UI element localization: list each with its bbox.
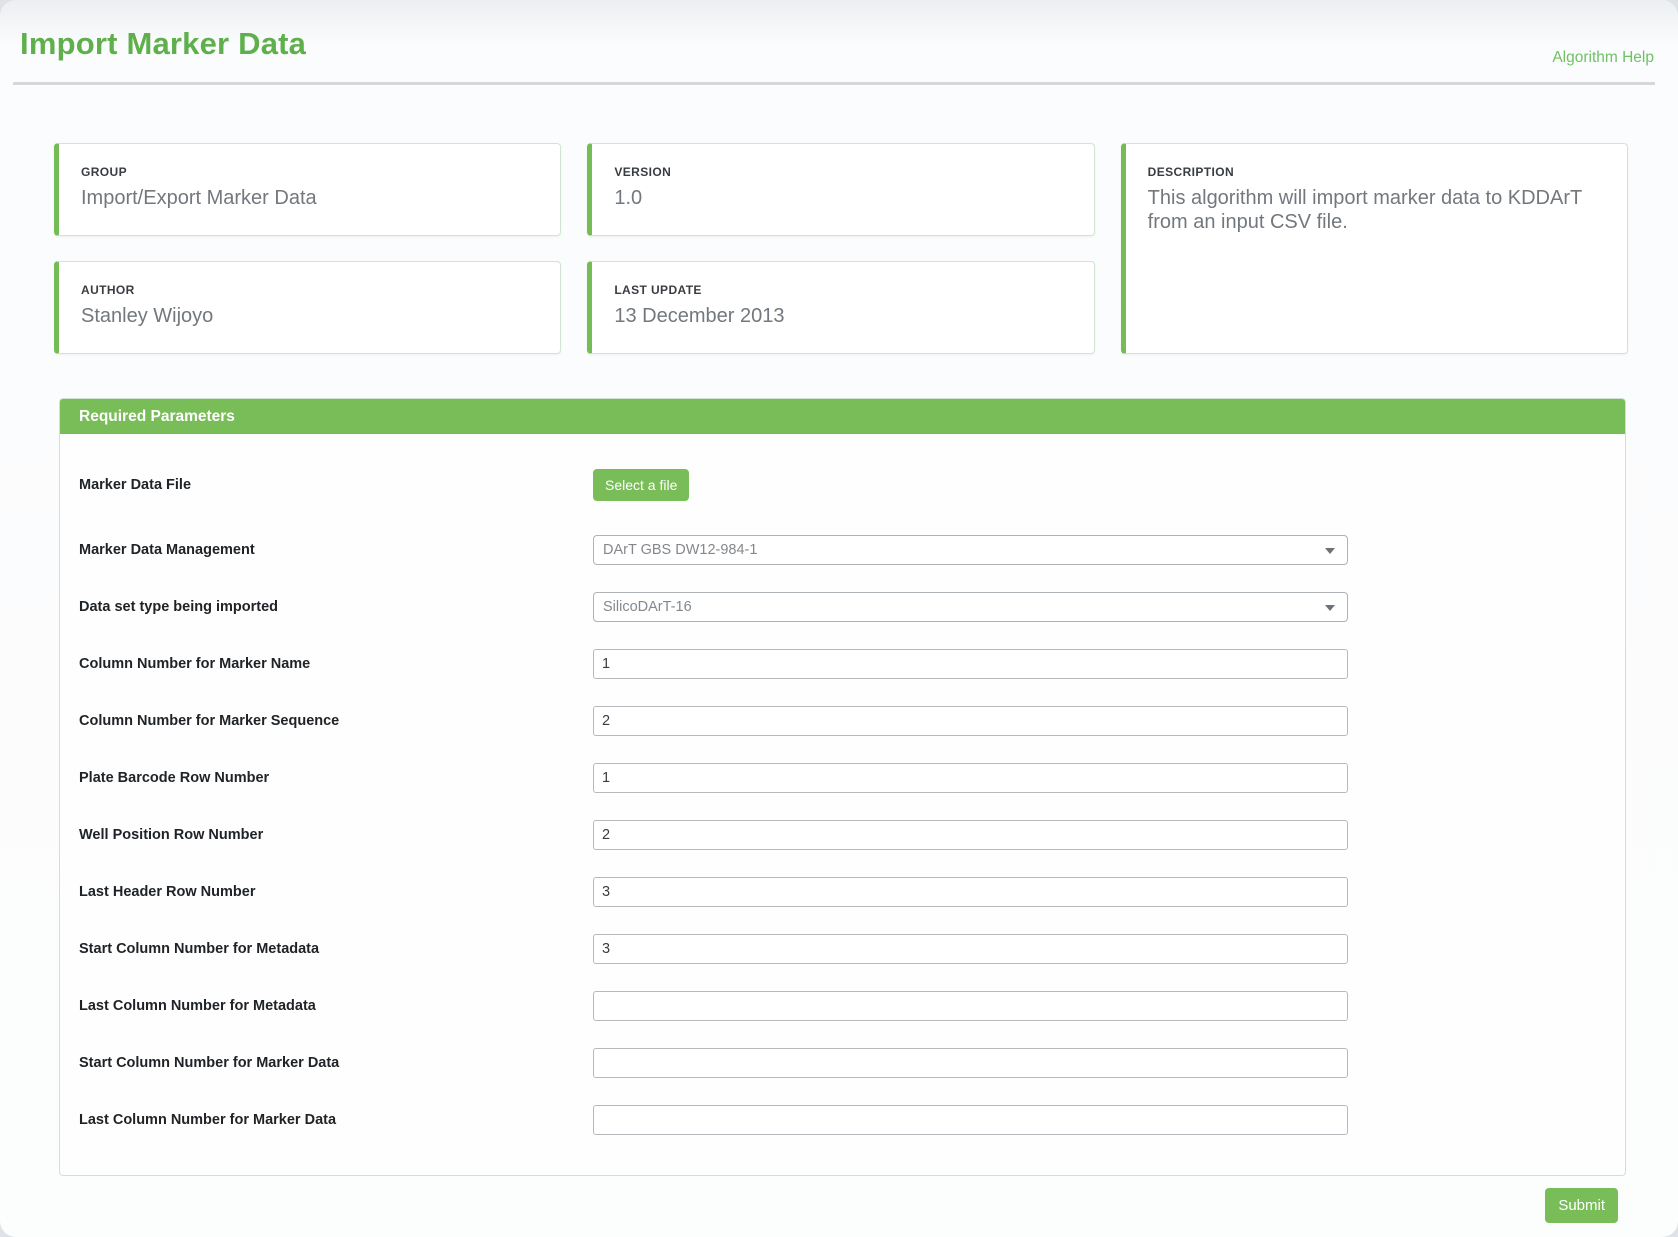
header-divider <box>13 82 1655 85</box>
description-card: DESCRIPTION This algorithm will import m… <box>1121 143 1628 354</box>
form-row-well-position-row: Well Position Row Number <box>79 820 1625 850</box>
field-label: Last Column Number for Marker Data <box>79 1112 593 1128</box>
parameters-form: Marker Data File Select a file Marker Da… <box>60 434 1625 1135</box>
field-label: Column Number for Marker Name <box>79 656 593 672</box>
form-row-dataset-type: Data set type being imported SilicoDArT-… <box>79 592 1625 622</box>
author-card-value: Stanley Wijoyo <box>81 304 536 328</box>
version-card: VERSION 1.0 <box>587 143 1094 236</box>
chevron-down-icon <box>1325 548 1335 554</box>
start-metadata-column-input[interactable] <box>593 934 1348 964</box>
description-card-label: DESCRIPTION <box>1148 165 1603 179</box>
app-window: Import Marker Data Algorithm Help GROUP … <box>0 0 1678 1237</box>
last-marker-data-column-input[interactable] <box>593 1105 1348 1135</box>
submit-button[interactable]: Submit <box>1545 1188 1618 1223</box>
last-header-row-input[interactable] <box>593 877 1348 907</box>
marker-data-management-select[interactable]: DArT GBS DW12-984-1 <box>593 535 1348 565</box>
author-card-label: AUTHOR <box>81 283 536 297</box>
field-label: Last Header Row Number <box>79 884 593 900</box>
version-card-label: VERSION <box>614 165 1069 179</box>
form-row-marker-name-column: Column Number for Marker Name <box>79 649 1625 679</box>
field-label: Marker Data File <box>79 477 593 493</box>
field-label: Marker Data Management <box>79 542 593 558</box>
selected-value: SilicoDArT-16 <box>603 599 692 615</box>
start-marker-data-column-input[interactable] <box>593 1048 1348 1078</box>
form-row-start-marker-data-column: Start Column Number for Marker Data <box>79 1048 1625 1078</box>
marker-sequence-column-input[interactable] <box>593 706 1348 736</box>
algorithm-help-link[interactable]: Algorithm Help <box>1552 49 1654 67</box>
form-row-start-metadata-column: Start Column Number for Metadata <box>79 934 1625 964</box>
plate-barcode-row-input[interactable] <box>593 763 1348 793</box>
field-label: Start Column Number for Marker Data <box>79 1055 593 1071</box>
page-header: Import Marker Data Algorithm Help <box>0 0 1678 84</box>
form-row-marker-sequence-column: Column Number for Marker Sequence <box>79 706 1625 736</box>
form-row-last-metadata-column: Last Column Number for Metadata <box>79 991 1625 1021</box>
form-row-last-header-row: Last Header Row Number <box>79 877 1625 907</box>
form-row-marker-data-management: Marker Data Management DArT GBS DW12-984… <box>79 535 1625 565</box>
field-label: Plate Barcode Row Number <box>79 770 593 786</box>
version-card-value: 1.0 <box>614 186 1069 210</box>
chevron-down-icon <box>1325 605 1335 611</box>
description-card-value: This algorithm will import marker data t… <box>1148 186 1603 235</box>
required-parameters-panel: Required Parameters Marker Data File Sel… <box>59 398 1626 1176</box>
field-label: Last Column Number for Metadata <box>79 998 593 1014</box>
field-label: Column Number for Marker Sequence <box>79 713 593 729</box>
well-position-row-input[interactable] <box>593 820 1348 850</box>
required-parameters-header: Required Parameters <box>60 399 1625 434</box>
author-card: AUTHOR Stanley Wijoyo <box>54 261 561 354</box>
field-label: Data set type being imported <box>79 599 593 615</box>
info-cards: GROUP Import/Export Marker Data VERSION … <box>54 143 1628 354</box>
last-metadata-column-input[interactable] <box>593 991 1348 1021</box>
last-update-card: LAST UPDATE 13 December 2013 <box>587 261 1094 354</box>
last-update-card-value: 13 December 2013 <box>614 304 1069 328</box>
form-row-plate-barcode-row: Plate Barcode Row Number <box>79 763 1625 793</box>
group-card: GROUP Import/Export Marker Data <box>54 143 561 236</box>
selected-value: DArT GBS DW12-984-1 <box>603 542 757 558</box>
form-row-last-marker-data-column: Last Column Number for Marker Data <box>79 1105 1625 1135</box>
group-card-value: Import/Export Marker Data <box>81 186 536 210</box>
form-row-marker-data-file: Marker Data File Select a file <box>79 468 1625 502</box>
field-label: Start Column Number for Metadata <box>79 941 593 957</box>
field-label: Well Position Row Number <box>79 827 593 843</box>
select-file-button[interactable]: Select a file <box>593 469 689 501</box>
last-update-card-label: LAST UPDATE <box>614 283 1069 297</box>
page-title: Import Marker Data <box>20 26 306 62</box>
marker-name-column-input[interactable] <box>593 649 1348 679</box>
group-card-label: GROUP <box>81 165 536 179</box>
dataset-type-select[interactable]: SilicoDArT-16 <box>593 592 1348 622</box>
